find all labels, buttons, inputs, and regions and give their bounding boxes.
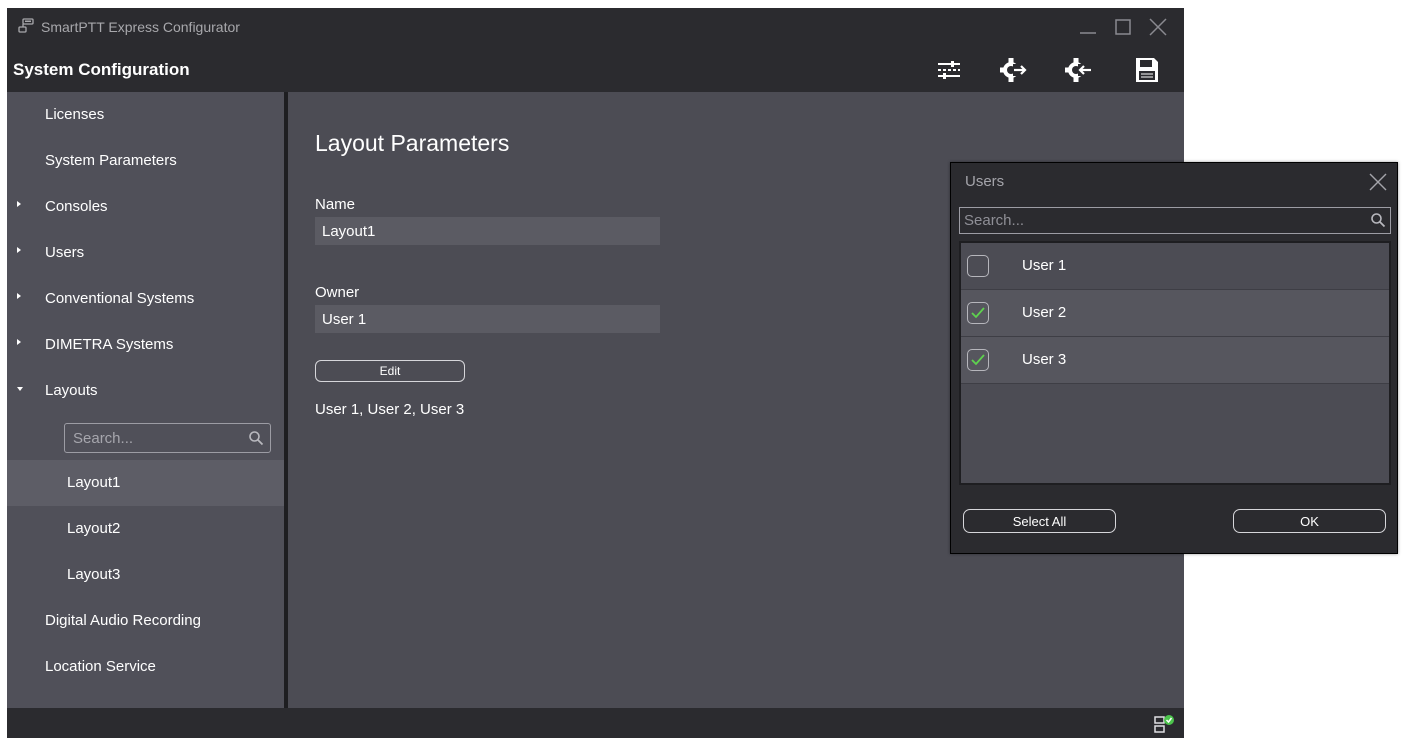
sidebar-item-consoles[interactable]: Consoles xyxy=(7,184,284,230)
list-item[interactable]: User 3 xyxy=(961,337,1389,384)
user-checkbox[interactable] xyxy=(967,302,989,324)
sidebar-item-conventional-systems[interactable]: Conventional Systems xyxy=(7,276,284,322)
sidebar-item-label: Layout2 xyxy=(67,520,121,537)
sidebar-item-layout1[interactable]: Layout1 xyxy=(7,460,284,506)
export-config-icon xyxy=(1000,58,1028,82)
dialog-title: Users xyxy=(965,173,1005,190)
layouts-search-input[interactable] xyxy=(73,428,233,448)
user-name: User 3 xyxy=(1022,351,1067,368)
user-checkbox[interactable] xyxy=(967,349,989,371)
app-icon xyxy=(18,18,34,33)
sidebar-item-label: Layout3 xyxy=(67,566,121,583)
maximize-icon[interactable] xyxy=(1110,14,1136,40)
ok-button[interactable]: OK xyxy=(1233,509,1386,533)
user-name: User 1 xyxy=(1022,257,1067,274)
import-config-icon xyxy=(1065,58,1093,82)
owner-dropdown[interactable]: User 1 xyxy=(315,305,660,333)
expand-arrow-icon[interactable] xyxy=(17,339,21,345)
search-icon[interactable] xyxy=(1370,212,1386,228)
sidebar-item-dimetra-systems[interactable]: DIMETRA Systems xyxy=(7,322,284,368)
sidebar-item-licenses[interactable]: Licenses xyxy=(7,92,284,138)
save-icon xyxy=(1136,58,1158,82)
sidebar-item-users[interactable]: Users xyxy=(7,230,284,276)
window-title: SmartPTT Express Configurator xyxy=(41,19,240,35)
sidebar-item-label: Layouts xyxy=(45,382,98,399)
list-item[interactable]: User 2 xyxy=(961,290,1389,337)
users-summary: User 1, User 2, User 3 xyxy=(315,401,465,418)
settings-button[interactable] xyxy=(931,54,967,86)
status-bar xyxy=(7,708,1184,738)
sidebar-item-label: Licenses xyxy=(45,106,105,123)
select-all-button[interactable]: Select All xyxy=(963,509,1116,533)
expand-arrow-icon[interactable] xyxy=(17,247,21,253)
expand-arrow-icon[interactable] xyxy=(17,293,21,299)
owner-label: Owner xyxy=(315,284,360,301)
sidebar-item-label: Consoles xyxy=(45,198,108,215)
check-icon xyxy=(971,307,985,319)
save-button[interactable] xyxy=(1129,54,1165,86)
close-icon[interactable] xyxy=(1367,171,1389,193)
sidebar-item-label: Conventional Systems xyxy=(45,290,195,307)
sidebar-item-layout2[interactable]: Layout2 xyxy=(7,506,284,552)
search-icon[interactable] xyxy=(248,430,264,446)
sidebar-item-label: Users xyxy=(45,244,85,261)
sidebar-item-layouts[interactable]: Layouts xyxy=(7,368,284,414)
dialog-search-box xyxy=(959,207,1391,234)
sidebar-item-location-service[interactable]: Location Service xyxy=(7,644,284,690)
owner-value: User 1 xyxy=(322,311,367,328)
name-value: Layout1 xyxy=(322,223,376,240)
layouts-search-box xyxy=(64,423,271,453)
user-checkbox[interactable] xyxy=(967,255,989,277)
collapse-arrow-icon[interactable] xyxy=(17,387,23,391)
name-label: Name xyxy=(315,196,356,213)
page-title: Layout Parameters xyxy=(315,130,510,156)
export-config-button[interactable] xyxy=(996,54,1032,86)
header-bar: System Configuration xyxy=(7,48,1184,92)
users-dialog: Users User 1 User 2 xyxy=(950,162,1398,554)
edit-button[interactable]: Edit xyxy=(315,360,465,382)
sidebar-item-label: DIMETRA Systems xyxy=(45,336,174,353)
sidebar-item-label: System Parameters xyxy=(45,152,177,169)
name-field[interactable]: Layout1 xyxy=(315,217,660,245)
users-search-input[interactable] xyxy=(964,210,1344,230)
close-icon[interactable] xyxy=(1145,14,1171,40)
sidebar-item-label: Location Service xyxy=(45,658,156,675)
sidebar-item-digital-audio-recording[interactable]: Digital Audio Recording xyxy=(7,598,284,644)
minimize-icon[interactable] xyxy=(1075,14,1101,40)
sidebar-item-layout3[interactable]: Layout3 xyxy=(7,552,284,598)
sidebar-item-system-parameters[interactable]: System Parameters xyxy=(7,138,284,184)
page-heading: System Configuration xyxy=(13,60,190,79)
sidebar-item-label: Digital Audio Recording xyxy=(45,612,201,629)
expand-arrow-icon[interactable] xyxy=(17,201,21,207)
sidebar-item-label: Layout1 xyxy=(67,474,121,491)
settings-sliders-icon xyxy=(938,61,960,79)
import-config-button[interactable] xyxy=(1061,54,1097,86)
list-item[interactable]: User 1 xyxy=(961,243,1389,290)
server-ok-icon[interactable] xyxy=(1154,714,1176,736)
sidebar: Licenses System Parameters Consoles User… xyxy=(7,92,284,708)
user-name: User 2 xyxy=(1022,304,1067,321)
title-bar: SmartPTT Express Configurator xyxy=(7,8,1184,48)
dialog-footer: Select All OK xyxy=(951,489,1397,553)
check-icon xyxy=(971,354,985,366)
users-list: User 1 User 2 User 3 xyxy=(959,241,1391,485)
